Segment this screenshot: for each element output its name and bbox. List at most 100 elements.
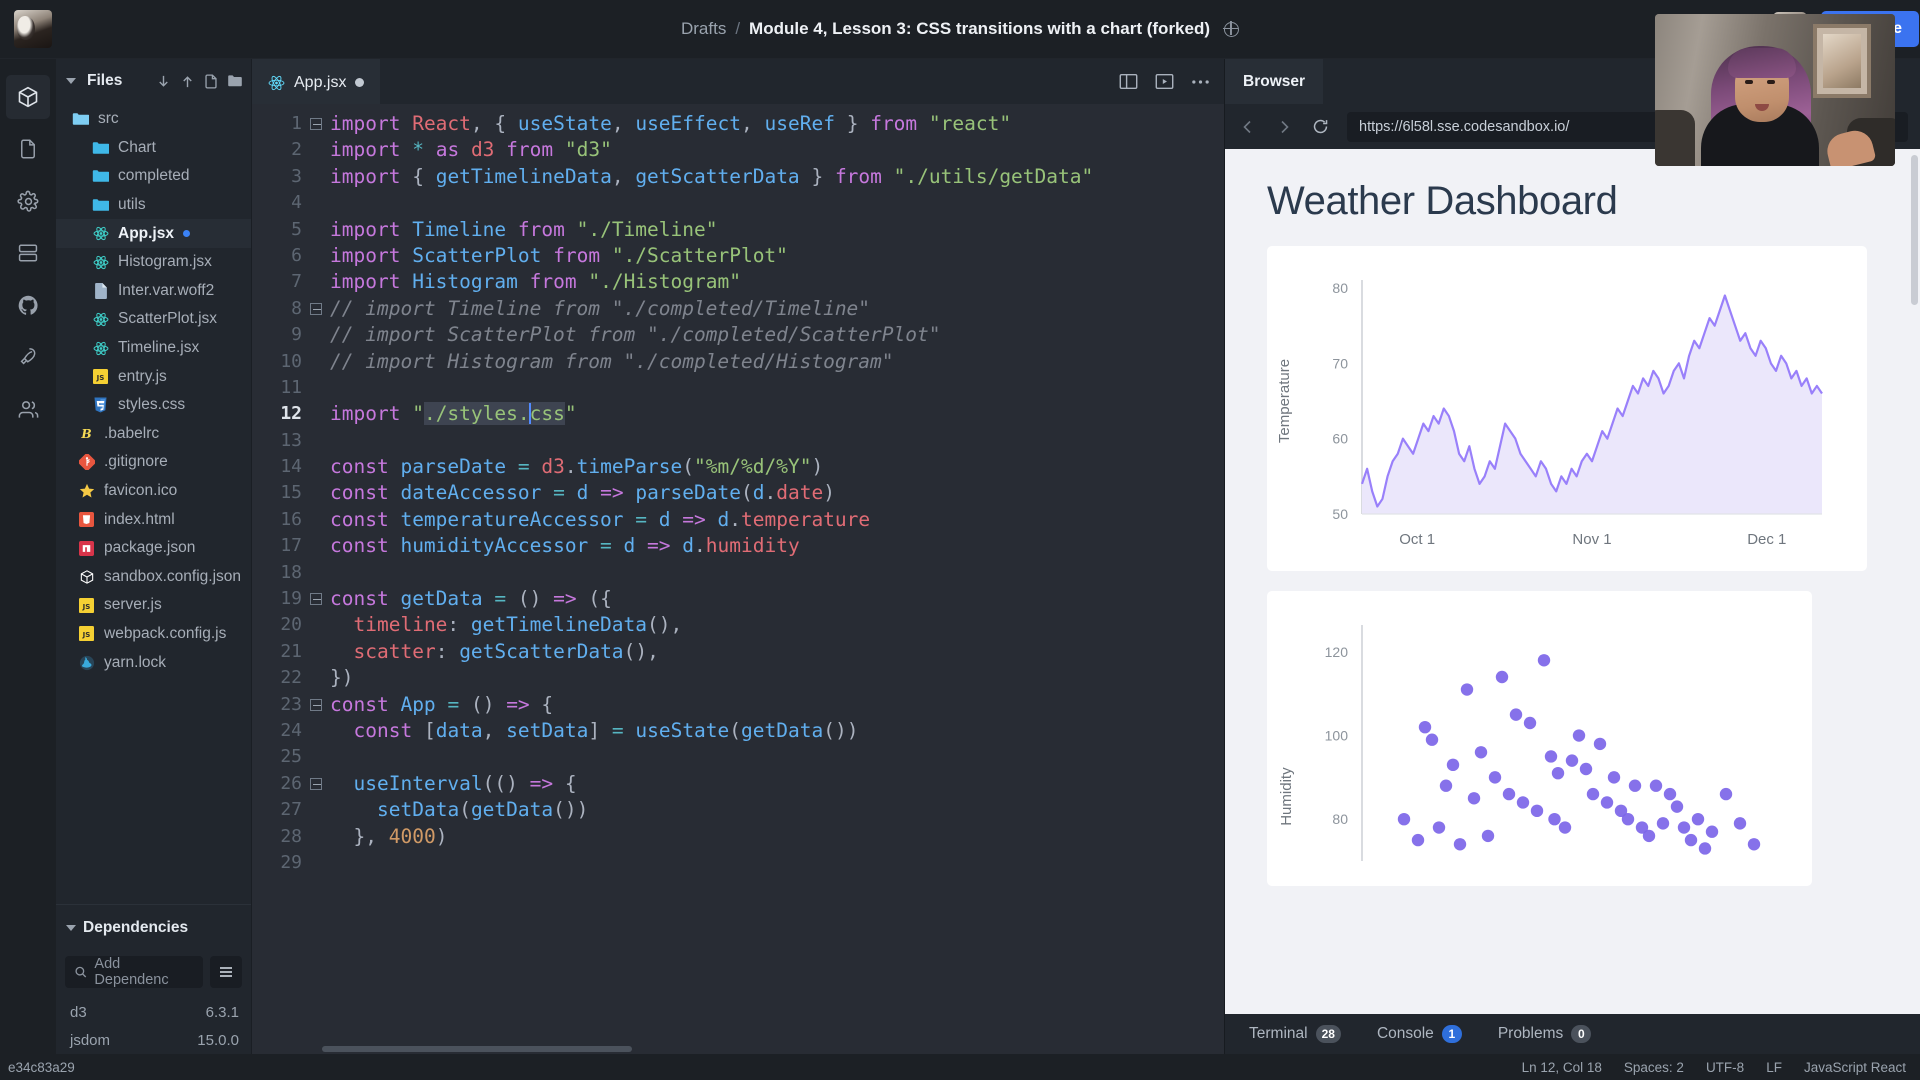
bottom-tab-console[interactable]: Console 1 (1359, 1014, 1480, 1054)
code-line[interactable]: 4 (252, 190, 1224, 216)
scatter-point (1663, 787, 1677, 801)
dependency-row[interactable]: d3 6.3.1 (56, 998, 251, 1026)
editor-horizontal-scrollbar[interactable] (252, 1044, 1224, 1054)
code-line[interactable]: 24 const [data, setData] = useState(getD… (252, 718, 1224, 744)
file-tree-item[interactable]: styles.css (56, 391, 251, 420)
fold-toggle[interactable] (306, 698, 326, 711)
back-icon[interactable] (1237, 116, 1259, 138)
fold-toggle[interactable] (306, 302, 326, 315)
code-line[interactable]: 22}) (252, 665, 1224, 691)
server-control-icon[interactable] (6, 231, 50, 275)
file-tree-item[interactable]: favicon.ico (56, 477, 251, 506)
dependency-menu-button[interactable] (210, 956, 242, 988)
file-tree-item[interactable]: ScatterPlot.jsx (56, 305, 251, 334)
file-tree-item[interactable]: index.html (56, 505, 251, 534)
code-line[interactable]: 27 setData(getData()) (252, 797, 1224, 823)
code-line[interactable]: 8 // import Timeline from "./completed/Ti… (252, 296, 1224, 322)
language-mode[interactable]: JavaScript React (1804, 1060, 1906, 1075)
file-tree-item[interactable]: sandbox.config.json (56, 563, 251, 592)
code-line[interactable]: 21 scatter: getScatterData(), (252, 639, 1224, 665)
more-options-icon[interactable] (1191, 79, 1210, 85)
webcam-overlay[interactable] (1655, 14, 1895, 166)
download-icon[interactable] (156, 74, 171, 89)
code-line[interactable]: 23 const App = () => { (252, 692, 1224, 718)
file-tree-item[interactable]: yarn.lock (56, 648, 251, 677)
code-line[interactable]: 13 (252, 428, 1224, 454)
file-tree-item[interactable]: JS entry.js (56, 362, 251, 391)
code-line[interactable]: 9 // import ScatterPlot from "./completed… (252, 322, 1224, 348)
bottom-tab-terminal[interactable]: Terminal 28 (1231, 1014, 1359, 1054)
code-line[interactable]: 29 (252, 850, 1224, 876)
live-collaborators-icon[interactable] (6, 387, 50, 431)
code-line[interactable]: 2 import * as d3 from "d3" (252, 137, 1224, 163)
bottom-tab-problems[interactable]: Problems 0 (1480, 1014, 1609, 1054)
sandbox-explorer-icon[interactable] (6, 75, 50, 119)
file-tree-item[interactable]: src (56, 105, 251, 134)
file-tree-item[interactable]: utils (56, 191, 251, 220)
code-line[interactable]: 1 import React, { useState, useEffect, us… (252, 111, 1224, 137)
indentation-setting[interactable]: Spaces: 2 (1624, 1060, 1684, 1075)
reload-icon[interactable] (1309, 116, 1331, 138)
code-line[interactable]: 5 import Timeline from "./Timeline" (252, 217, 1224, 243)
code-line[interactable]: 16 const temperatureAccessor = d => d.tem… (252, 507, 1224, 533)
code-line[interactable]: 15 const dateAccessor = d => parseDate(d.… (252, 480, 1224, 506)
split-pane-icon[interactable] (1119, 73, 1138, 90)
code-line[interactable]: 12 import "./styles.css" (252, 401, 1224, 427)
upload-icon[interactable] (180, 74, 195, 89)
code-line[interactable]: 20 timeline: getTimelineData(), (252, 612, 1224, 638)
dependency-row[interactable]: jsdom 15.0.0 (56, 1026, 251, 1054)
breadcrumb-drafts[interactable]: Drafts (681, 19, 726, 39)
chevron-down-icon[interactable] (66, 78, 76, 84)
fold-toggle[interactable] (306, 593, 326, 606)
eol-setting[interactable]: LF (1766, 1060, 1782, 1075)
code-lines[interactable]: 1 import React, { useState, useEffect, us… (252, 104, 1224, 1044)
code-line[interactable]: 14 const parseDate = d3.timeParse("%m/%d/… (252, 454, 1224, 480)
workspace-avatar[interactable] (14, 10, 52, 48)
preview-frame[interactable]: Weather Dashboard 50 60 70 80 Temperature Oct… (1225, 149, 1920, 1014)
file-tree-item[interactable]: Inter.var.woff2 (56, 277, 251, 306)
file-tree-item[interactable]: B .babelrc (56, 420, 251, 449)
file-tree-item[interactable]: Timeline.jsx (56, 334, 251, 363)
fold-toggle[interactable] (306, 118, 326, 131)
code-line[interactable]: 28 }, 4000) (252, 824, 1224, 850)
file-tree-item[interactable]: JS server.js (56, 591, 251, 620)
file-tree-item[interactable]: JS webpack.config.js (56, 620, 251, 649)
preview-pane-icon[interactable] (1155, 73, 1174, 90)
github-icon[interactable] (6, 283, 50, 327)
code-line[interactable]: 3 import { getTimelineData, getScatterDat… (252, 164, 1224, 190)
new-file-icon[interactable] (204, 73, 218, 89)
new-folder-icon[interactable] (227, 74, 243, 88)
add-dependency-input[interactable]: Add Dependenc (65, 956, 203, 988)
chevron-down-icon[interactable] (66, 925, 76, 931)
code-line[interactable]: 10 // import Histogram from "./completed/… (252, 349, 1224, 375)
code-line[interactable]: 18 (252, 560, 1224, 586)
code-line[interactable]: 7 import Histogram from "./Histogram" (252, 269, 1224, 295)
file-tree-item[interactable]: .gitignore (56, 448, 251, 477)
tab-app-jsx[interactable]: App.jsx (252, 59, 381, 104)
deploy-rocket-icon[interactable] (6, 335, 50, 379)
file-tree-item[interactable]: package.json (56, 534, 251, 563)
dependencies-header[interactable]: Dependencies (56, 905, 251, 951)
settings-gear-icon[interactable] (6, 179, 50, 223)
forward-icon[interactable] (1273, 116, 1295, 138)
code-line[interactable]: 17 const humidityAccessor = d => d.humidi… (252, 533, 1224, 559)
file-tree-item[interactable]: Chart (56, 134, 251, 163)
file-tree-item[interactable]: completed (56, 162, 251, 191)
files-icon[interactable] (6, 127, 50, 171)
code-line[interactable]: 25 (252, 744, 1224, 770)
tab-browser[interactable]: Browser (1225, 59, 1324, 104)
preview-scrollbar[interactable] (1911, 155, 1918, 305)
fold-toggle[interactable] (306, 777, 326, 790)
code-line[interactable]: 26 useInterval(() => { (252, 771, 1224, 797)
code-line[interactable]: 6 import ScatterPlot from "./ScatterPlot" (252, 243, 1224, 269)
code-editor[interactable]: 1 import React, { useState, useEffect, us… (252, 104, 1224, 1054)
y-tick-label: 100 (1325, 728, 1349, 744)
file-tree-item[interactable]: App.jsx (56, 219, 251, 248)
cursor-position[interactable]: Ln 12, Col 18 (1522, 1060, 1602, 1075)
folder-icon (90, 139, 111, 156)
file-tree-item[interactable]: Histogram.jsx (56, 248, 251, 277)
sandbox-title[interactable]: Module 4, Lesson 3: CSS transitions with… (749, 19, 1210, 39)
code-line[interactable]: 11 (252, 375, 1224, 401)
encoding-setting[interactable]: UTF-8 (1706, 1060, 1744, 1075)
code-line[interactable]: 19 const getData = () => ({ (252, 586, 1224, 612)
